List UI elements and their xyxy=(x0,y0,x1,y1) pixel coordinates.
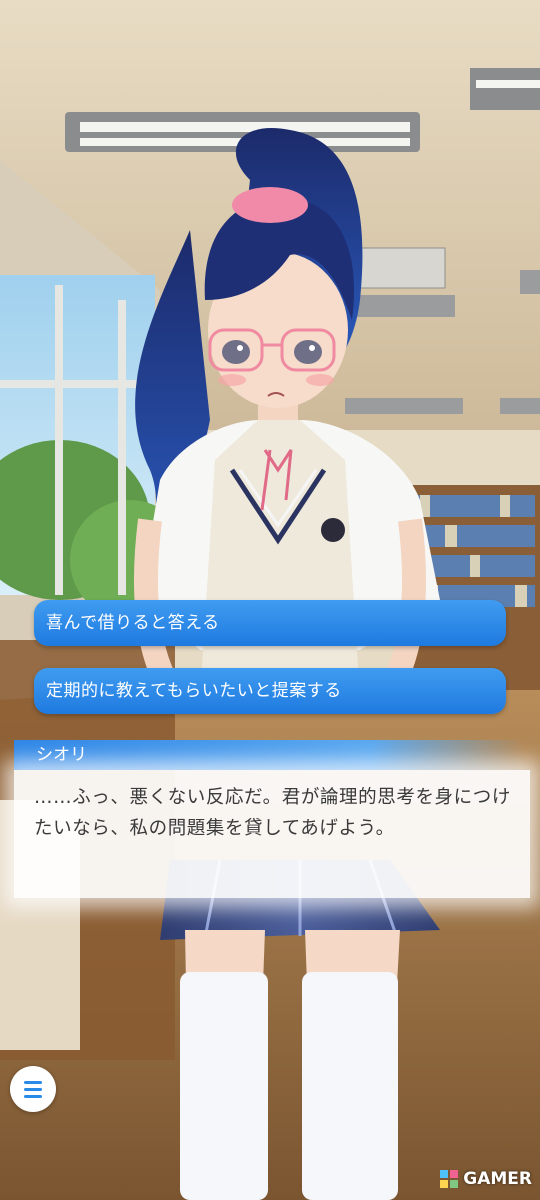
gamer-watermark: GAMER xyxy=(439,1168,532,1190)
watermark-text: GAMER xyxy=(463,1169,532,1189)
speaker-name: シオリ xyxy=(36,745,87,765)
speaker-name-bar: シオリ xyxy=(14,740,524,770)
dialogue-text: ……ふっ、悪くない反応だ。君が論理的思考を身につけたいなら、私の問題集を貸してあ… xyxy=(34,787,511,839)
gamer-logo-icon xyxy=(440,1170,459,1188)
choice-button-propose[interactable]: 定期的に教えてもらいたいと提案する xyxy=(34,668,506,714)
choice-button-borrow[interactable]: 喜んで借りると答える xyxy=(34,600,506,646)
menu-button[interactable] xyxy=(10,1066,56,1112)
dialogue-box[interactable]: ……ふっ、悪くない反応だ。君が論理的思考を身につけたいなら、私の問題集を貸してあ… xyxy=(14,770,530,898)
